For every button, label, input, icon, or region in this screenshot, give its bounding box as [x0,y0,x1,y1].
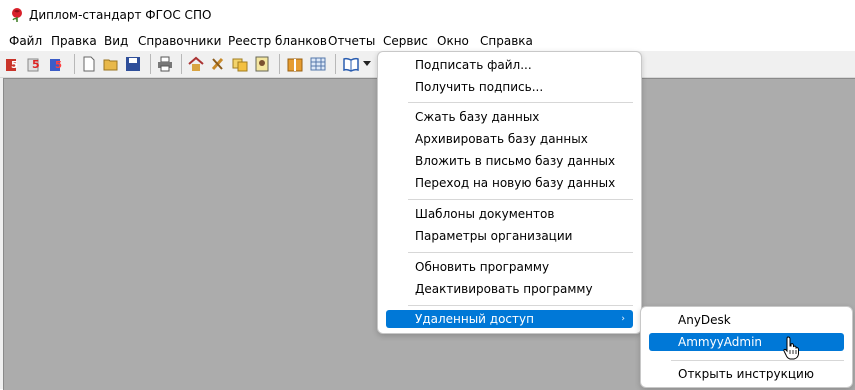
menu-separator [671,360,844,361]
report-icon[interactable] [253,55,270,72]
menu-file[interactable]: Файл [7,33,44,49]
toolbar-separator [181,54,182,74]
submenu-item-open-instruction[interactable]: Открыть инструкцию [649,365,844,383]
toolbar-separator [74,54,75,74]
diploma-red-5b-icon[interactable]: 5 [26,55,43,72]
menu-help[interactable]: Справка [478,33,535,49]
menu-view[interactable]: Вид [102,33,130,49]
diploma-blue-5-icon[interactable]: 5 [48,55,65,72]
copy-icon[interactable] [231,55,248,72]
menu-service[interactable]: Сервис [381,33,430,49]
menu-separator [408,305,633,306]
menu-edit[interactable]: Правка [49,33,99,49]
table-grid-icon[interactable] [309,55,326,72]
menu-item-document-templates[interactable]: Шаблоны документов [386,204,633,224]
title-bar: Диплом-стандарт ФГОС СПО [0,0,855,31]
menu-item-attach-db-email[interactable]: Вложить в письмо базу данных [386,151,633,171]
new-document-icon[interactable] [80,55,97,72]
menu-separator [408,252,633,253]
menu-item-compress-db[interactable]: Сжать базу данных [386,107,633,127]
menu-separator [408,199,633,200]
print-icon[interactable] [156,55,173,72]
open-folder-icon[interactable] [102,55,119,72]
svg-text:5: 5 [55,60,62,71]
window-title: Диплом-стандарт ФГОС СПО [29,8,212,22]
menu-blank-registry[interactable]: Реестр бланков [226,33,329,49]
diploma-red-5-icon[interactable]: 5 [4,55,21,72]
menu-separator [408,102,633,103]
package-icon[interactable] [286,55,303,72]
svg-text:5: 5 [32,58,40,71]
dropdown-arrow-icon[interactable] [362,55,372,72]
menu-item-remote-access[interactable]: Удаленный доступ › [386,310,633,328]
menu-item-new-db[interactable]: Переход на новую базу данных [386,173,633,193]
menu-item-get-signature[interactable]: Получить подпись... [386,77,633,97]
menu-item-archive-db[interactable]: Архивировать базу данных [386,129,633,149]
remote-access-submenu: AnyDesk AmmyyAdmin Открыть инструкцию [640,306,853,388]
menu-reports[interactable]: Отчеты [326,33,377,49]
menu-item-sign-file[interactable]: Подписать файл... [386,55,633,75]
tools-icon[interactable] [209,55,226,72]
toolbar-separator [335,54,336,74]
menu-item-deactivate-program[interactable]: Деактивировать программу [386,279,633,299]
book-icon[interactable] [342,55,359,72]
submenu-item-anydesk[interactable]: AnyDesk [649,311,844,329]
chevron-right-icon: › [621,314,625,324]
svg-text:5: 5 [11,60,18,71]
submenu-item-ammyyadmin[interactable]: AmmyyAdmin [649,333,844,351]
menu-item-org-parameters[interactable]: Параметры организации [386,226,633,246]
save-disk-icon[interactable] [124,55,141,72]
home-icon[interactable] [187,55,204,72]
toolbar-separator [279,54,280,74]
rose-logo-icon [12,8,22,22]
toolbar-separator [150,54,151,74]
service-menu: Подписать файл... Получить подпись... Сж… [377,51,642,334]
remote-access-label: Удаленный доступ [415,312,534,326]
hand-cursor-icon [783,336,799,360]
menu-references[interactable]: Справочники [136,33,223,49]
menu-window[interactable]: Окно [435,33,471,49]
menu-item-update-program[interactable]: Обновить программу [386,257,633,277]
menu-bar: Файл Правка Вид Справочники Реестр бланк… [0,31,855,51]
